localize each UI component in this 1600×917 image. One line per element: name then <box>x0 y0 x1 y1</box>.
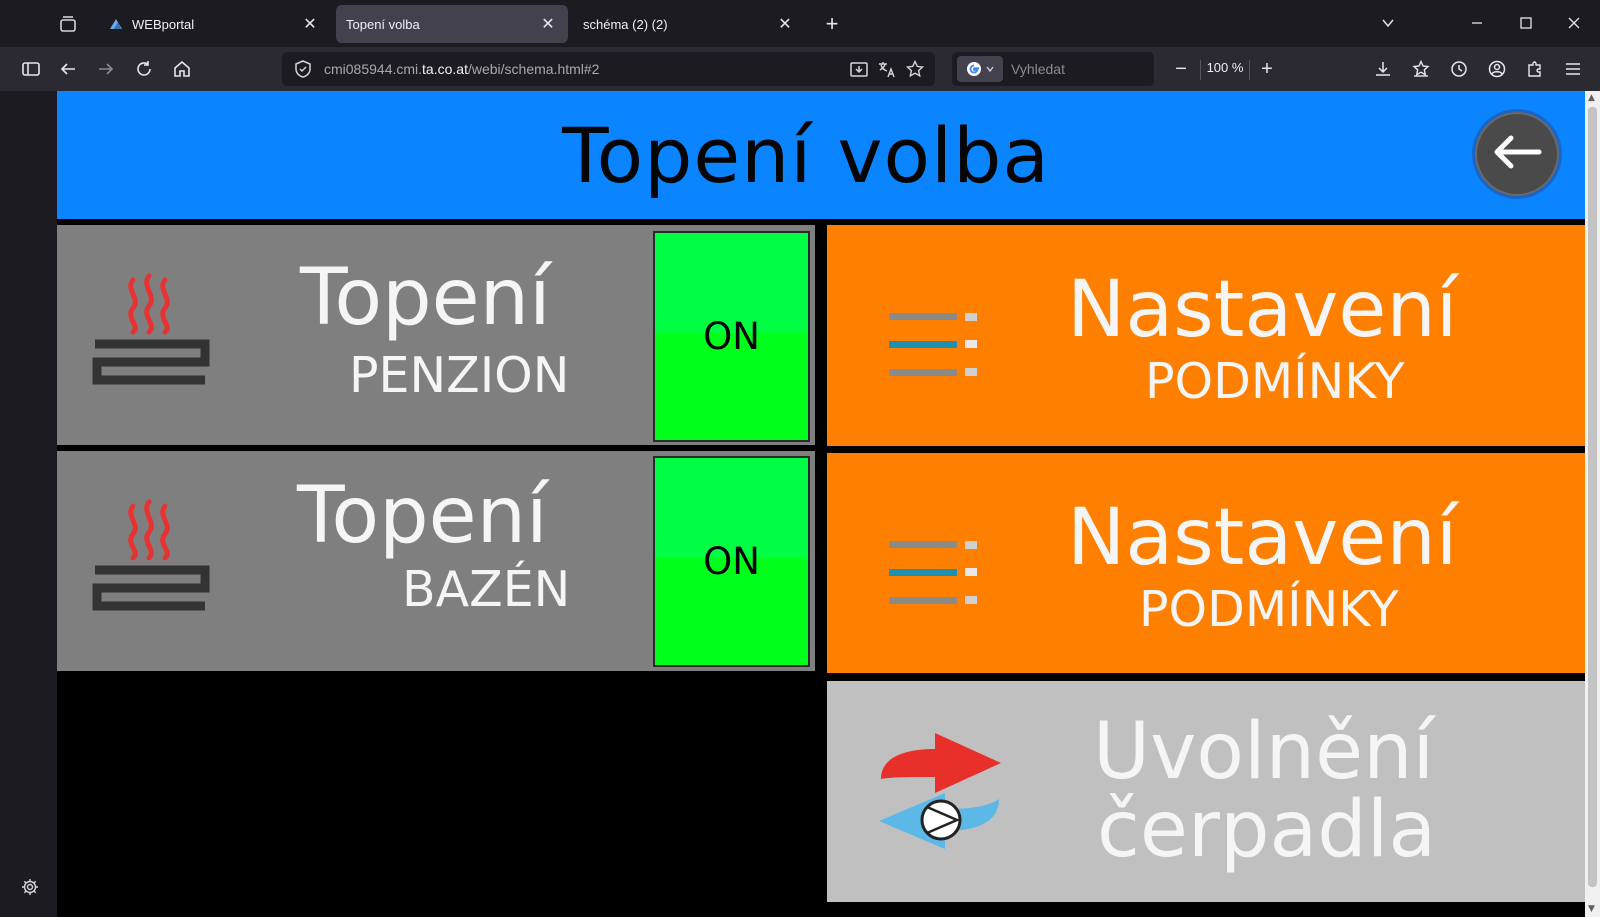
maximize-icon[interactable] <box>1511 8 1541 38</box>
tab-label: WEBportal <box>132 16 195 32</box>
search-input[interactable] <box>1011 61 1141 77</box>
translate-icon[interactable] <box>873 55 901 83</box>
bookmarks-icon[interactable] <box>1406 54 1436 84</box>
zoom-in-button[interactable]: + <box>1252 54 1282 84</box>
tile-subtitle: BAZÉN <box>402 561 571 618</box>
home-icon[interactable] <box>167 54 197 84</box>
url-text[interactable]: cmi085944.cmi.ta.co.at/webi/schema.html#… <box>318 61 845 77</box>
tile-pump-release[interactable]: Uvolnění čerpadla <box>827 681 1585 902</box>
shield-icon[interactable] <box>288 60 318 78</box>
tile-title: Nastavení <box>1067 265 1458 355</box>
tile-title: Topení <box>300 253 551 343</box>
tile-title-line2: čerpadla <box>1097 785 1437 875</box>
tile-subtitle: PODMÍNKY <box>1139 581 1399 638</box>
gear-icon[interactable] <box>18 875 42 899</box>
browser-navbar: cmi085944.cmi.ta.co.at/webi/schema.html#… <box>0 47 1600 91</box>
reload-icon[interactable] <box>129 54 159 84</box>
tab-topeni-volba[interactable]: Topení volba ✕ <box>336 5 568 43</box>
browser-sidebar <box>0 91 57 917</box>
tab-list-icon[interactable] <box>54 10 82 38</box>
page-viewport: Topení volba Topení PENZION ON Topení BA… <box>57 91 1585 917</box>
history-icon[interactable] <box>1444 54 1474 84</box>
minimize-icon[interactable] <box>1462 8 1492 38</box>
browser-titlebar: WEBportal ✕ Topení volba ✕ schéma (2) (2… <box>0 0 1600 47</box>
tile-title-line1: Uvolnění <box>1093 707 1435 797</box>
scroll-up-icon[interactable]: ▲ <box>1588 93 1597 103</box>
google-icon[interactable] <box>957 56 1003 82</box>
url-suffix: /webi/schema.html#2 <box>467 61 600 77</box>
tile-title: Topení <box>297 471 548 561</box>
forward-icon[interactable] <box>91 54 121 84</box>
tab-webportal[interactable]: WEBportal ✕ <box>98 5 330 43</box>
scrollbar-thumb[interactable] <box>1588 107 1597 887</box>
zoom-out-button[interactable]: − <box>1166 54 1196 84</box>
tile-subtitle: PENZION <box>349 347 570 404</box>
extensions-icon[interactable] <box>1520 54 1550 84</box>
download-icon[interactable] <box>1368 54 1398 84</box>
toggle-state: ON <box>703 315 760 358</box>
close-icon[interactable]: ✕ <box>300 14 320 34</box>
back-icon[interactable] <box>53 54 83 84</box>
tile-subtitle: PODMÍNKY <box>1145 353 1405 410</box>
tab-label: schéma (2) (2) <box>583 16 668 32</box>
reader-mode-icon[interactable] <box>845 55 873 83</box>
url-prefix: cmi085944.cmi. <box>324 61 423 77</box>
tile-title: Nastavení <box>1067 493 1458 583</box>
list-settings-icon <box>889 531 984 611</box>
page-scrollbar[interactable]: ▲ ▼ <box>1585 91 1600 917</box>
tile-settings-penzion[interactable]: Nastavení PODMÍNKY <box>827 225 1585 446</box>
sidebar-icon[interactable] <box>16 54 46 84</box>
page-title: Topení volba <box>562 110 1050 200</box>
heater-icon <box>87 270 212 395</box>
tab-schema[interactable]: schéma (2) (2) ✕ <box>573 5 805 43</box>
star-icon[interactable] <box>901 55 929 83</box>
toggle-state: ON <box>703 540 760 583</box>
search-bar[interactable] <box>952 52 1154 86</box>
close-icon[interactable]: ✕ <box>538 14 558 34</box>
scroll-down-icon[interactable]: ▼ <box>1588 904 1597 914</box>
heater-icon <box>87 496 212 621</box>
plus-icon[interactable]: + <box>818 10 846 38</box>
list-settings-icon <box>889 303 984 383</box>
zoom-level[interactable]: 100 % <box>1200 60 1250 80</box>
page-header: Topení volba <box>57 91 1585 219</box>
tile-settings-bazen[interactable]: Nastavení PODMÍNKY <box>827 453 1585 673</box>
favicon-icon <box>108 16 124 32</box>
arrow-left-icon <box>1489 132 1545 176</box>
close-icon[interactable] <box>1559 8 1589 38</box>
heat-bazen-toggle[interactable]: ON <box>653 456 810 667</box>
heat-penzion-toggle[interactable]: ON <box>653 231 810 442</box>
account-icon[interactable] <box>1482 54 1512 84</box>
pump-icon <box>875 727 1005 857</box>
close-icon[interactable]: ✕ <box>775 14 795 34</box>
tab-label: Topení volba <box>346 16 420 32</box>
back-button[interactable] <box>1472 109 1562 199</box>
url-bar[interactable]: cmi085944.cmi.ta.co.at/webi/schema.html#… <box>282 52 935 86</box>
url-domain: ta.co.at <box>422 61 468 77</box>
menu-icon[interactable] <box>1558 54 1588 84</box>
chevron-down-icon[interactable] <box>1373 8 1403 38</box>
